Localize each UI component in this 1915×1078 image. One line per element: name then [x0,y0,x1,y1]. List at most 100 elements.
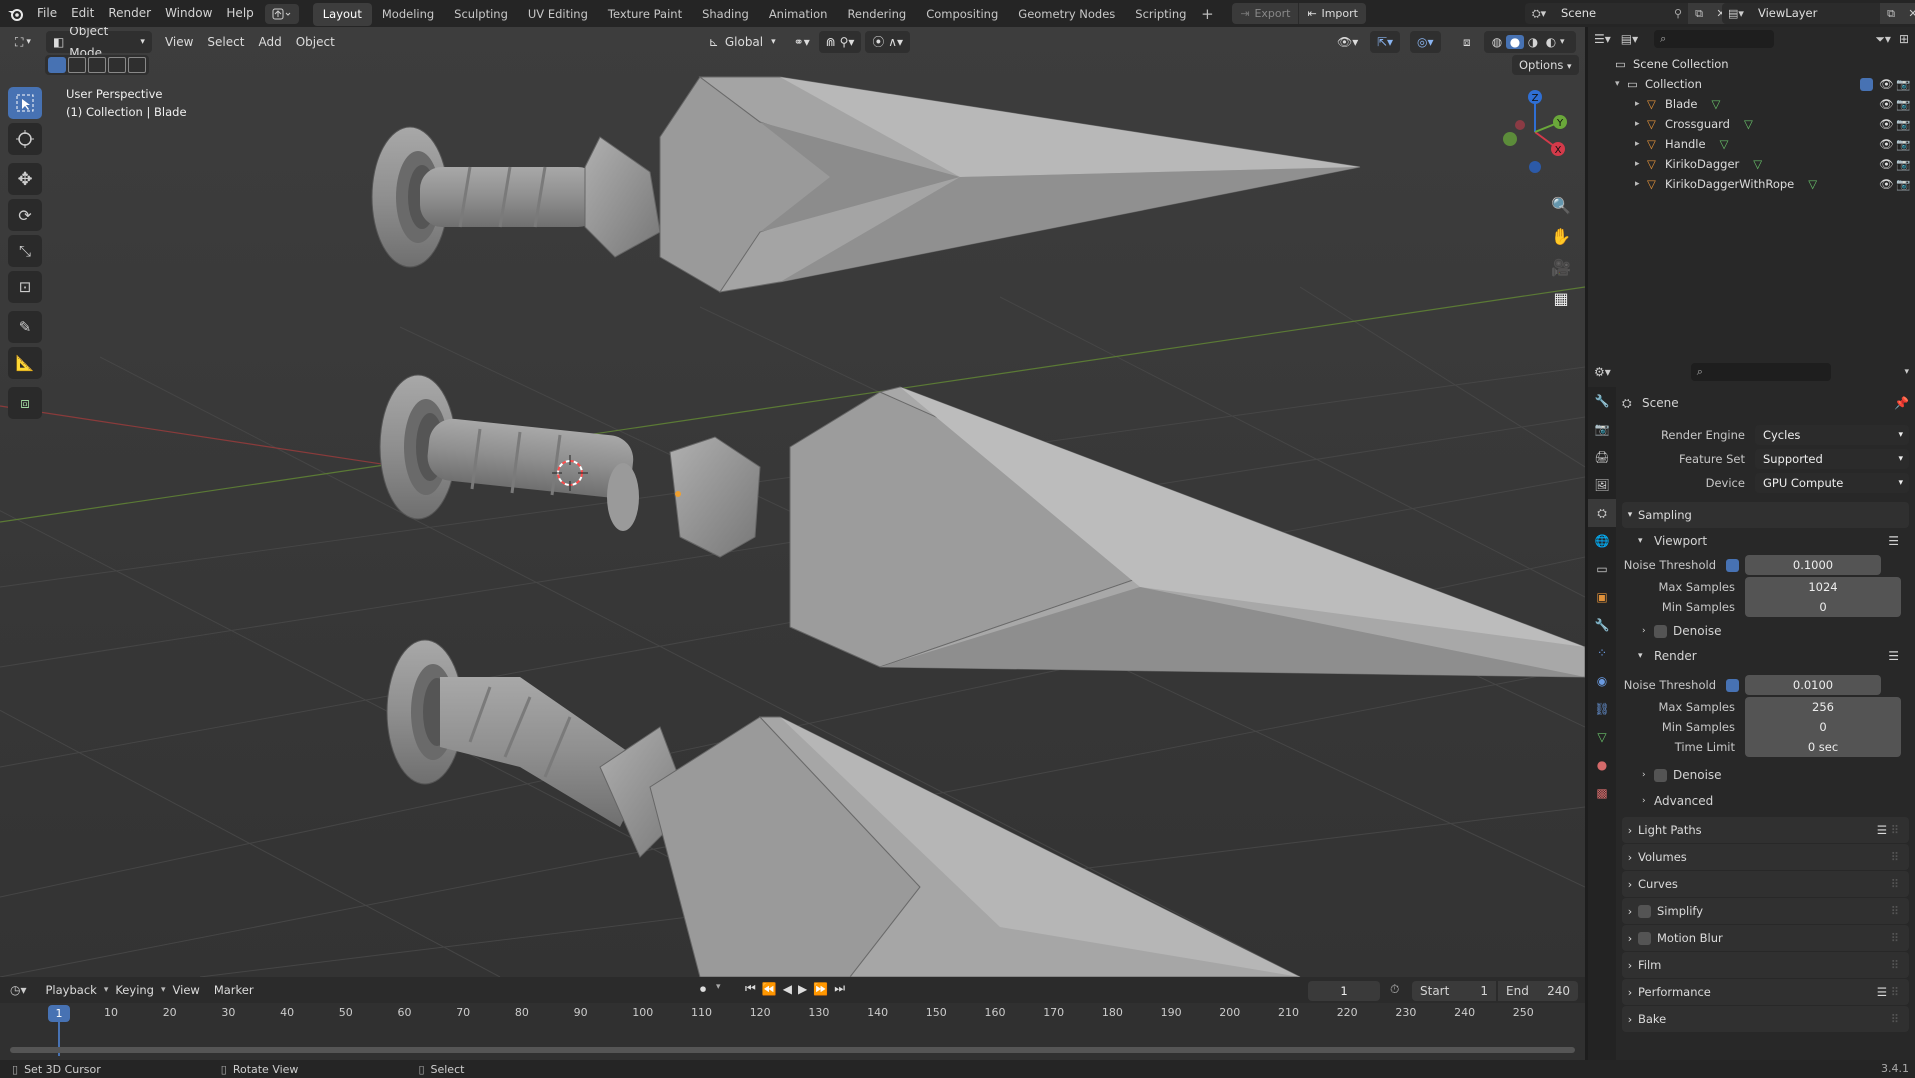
properties-editor-icon[interactable]: ⚙▾ [1594,365,1611,379]
pin-icon[interactable]: 📌 [1894,396,1909,410]
camera-render-icon[interactable]: 📷 [1896,137,1910,151]
material-tab-icon[interactable]: ● [1588,751,1616,779]
preset-list-icon[interactable]: ☰ [1888,534,1909,548]
outliner-search-input[interactable]: ⌕ [1654,30,1775,48]
new-scene-icon[interactable]: ⧉ [1688,3,1710,24]
cursor-tool[interactable] [8,123,42,155]
editor-add-icon[interactable] [264,3,299,24]
eye-icon[interactable]: 👁 [1879,157,1894,171]
gizmo-toggle-icon[interactable]: ⇱▾ [1370,31,1401,53]
mesh-data-icon[interactable]: ▽ [1808,177,1817,191]
menu-window[interactable]: Window [158,0,219,27]
tab-geometry-nodes[interactable]: Geometry Nodes [1008,3,1125,26]
outliner-object-row[interactable]: ▸ ▽ Crossguard ▽ 👁 📷 [1588,114,1915,134]
xray-toggle-icon[interactable]: ⧈ [1456,31,1478,53]
timeline-menu-playback[interactable]: Playback [39,979,104,1001]
add-workspace-icon[interactable]: + [1196,0,1218,27]
panel-motion-blur[interactable]: › Motion Blur ⠿ [1622,925,1909,951]
delete-view-layer-icon[interactable]: ✕ [1902,3,1915,24]
move-tool[interactable]: ✥ [8,163,42,195]
panel-performance[interactable]: › Performance ☰ ⠿ [1622,979,1909,1005]
timeline-menu-marker[interactable]: Marker [207,979,261,1001]
render-max-samples-field[interactable]: 256 [1745,697,1901,717]
drag-handle-icon[interactable]: ⠿ [1891,931,1903,945]
viewport-subpanel-header[interactable]: ▾ Viewport ☰ [1622,529,1909,553]
chevron-down-icon[interactable]: ▾ [716,982,721,992]
scene-browse-icon[interactable]: ⛭▾ [1525,3,1553,24]
drag-handle-icon[interactable]: ⠿ [1891,823,1903,837]
visibility-icon[interactable]: 👁▾ [1330,31,1365,53]
chevron-down-icon[interactable]: ▾ [1560,37,1572,47]
outliner-object-row[interactable]: ▸ ▽ KirikoDaggerWithRope ▽ 👁 📷 [1588,174,1915,194]
export-button[interactable]: ⇥ Export [1232,3,1298,24]
panel-volumes[interactable]: › Volumes ⠿ [1622,844,1909,870]
device-dropdown[interactable]: GPU Compute ▾ [1754,473,1909,493]
timeline-menu-keying[interactable]: Keying [108,979,161,1001]
feature-set-dropdown[interactable]: Supported ▾ [1754,449,1909,469]
current-frame-field[interactable]: 1 [1308,981,1380,1001]
data-tab-icon[interactable]: ▽ [1588,723,1616,751]
filter-icon[interactable]: ⏷▾ [1875,32,1891,47]
drag-handle-icon[interactable]: ⠿ [1891,904,1903,918]
mesh-data-icon[interactable]: ▽ [1712,97,1721,111]
tab-scripting[interactable]: Scripting [1125,3,1196,26]
chevron-down-icon[interactable]: ▾ [1904,367,1909,377]
import-button[interactable]: ⇤ Import [1298,3,1366,24]
panel-simplify[interactable]: › Simplify ⠿ [1622,898,1909,924]
output-tab-icon[interactable]: 🖨 [1588,443,1616,471]
prev-keyframe-icon[interactable]: ⏪ [762,982,777,996]
render-noise-threshold-checkbox[interactable] [1726,678,1739,692]
viewport-denoise-row[interactable]: › Denoise [1622,617,1909,645]
expand-arrow-icon[interactable]: ▸ [1635,99,1647,109]
next-keyframe-icon[interactable]: ⏩ [813,982,828,996]
world-tab-icon[interactable]: 🌐 [1588,527,1616,555]
scene-tab-icon[interactable]: ⛭ [1588,499,1616,527]
viewport-canvas[interactable] [0,27,1585,977]
tab-rendering[interactable]: Rendering [837,3,916,26]
tab-shading[interactable]: Shading [692,3,759,26]
drag-handle-icon[interactable]: ⠿ [1891,958,1903,972]
render-subpanel-header[interactable]: ▾ Render ☰ [1622,645,1909,667]
jump-end-icon[interactable]: ⏭ [834,981,845,996]
expand-arrow-icon[interactable]: ▸ [1635,179,1647,189]
options-dropdown[interactable]: Options ▾ [1512,55,1579,75]
panel-film[interactable]: › Film ⠿ [1622,952,1909,978]
mesh-data-icon[interactable]: ▽ [1720,137,1729,151]
expand-arrow-icon[interactable]: ▸ [1635,159,1647,169]
rotate-tool[interactable]: ⟳ [8,199,42,231]
tab-sculpting[interactable]: Sculpting [444,3,518,26]
eye-icon[interactable]: 👁 [1879,77,1894,91]
expand-arrow-icon[interactable]: ▾ [1615,79,1627,89]
start-frame-field[interactable]: Start 1 [1412,981,1496,1001]
transform-orientation-dropdown[interactable]: ⊾ Global ▾ [702,31,783,53]
outliner-editor-icon[interactable]: ☰▾ [1594,32,1611,46]
particles-tab-icon[interactable]: ⁘ [1588,639,1616,667]
timeline-scrollbar[interactable] [10,1047,1575,1053]
camera-render-icon[interactable]: 📷 [1896,97,1910,111]
frame-ruler[interactable]: 10 20 30 40 50 60 70 80 90 100 110 120 130 140 150 160 1… [0,1003,1585,1023]
select-new-icon[interactable] [48,57,66,73]
object-tab-icon[interactable]: ▣ [1588,583,1616,611]
menu-render[interactable]: Render [101,0,158,27]
tab-uv-editing[interactable]: UV Editing [518,3,598,26]
timeline-editor-icon[interactable]: ◷▾ [10,983,27,997]
time-limit-field[interactable]: 0 sec [1745,737,1901,757]
select-subtract-icon[interactable] [88,57,106,73]
viewport-noise-threshold-field[interactable]: 0.1000 [1745,555,1881,575]
tab-modeling[interactable]: Modeling [372,3,444,26]
material-shading-icon[interactable]: ◑ [1524,35,1542,49]
tab-layout[interactable]: Layout [312,3,372,26]
menu-file[interactable]: File [30,0,64,27]
auto-keying-icon[interactable]: ⏺ [700,982,706,997]
3d-viewport[interactable]: ⛶ ▾ ◧ Object Mode ▾ View Select Add Object ⊾… [0,27,1585,977]
motion-blur-checkbox[interactable] [1638,931,1651,945]
play-reverse-icon[interactable]: ◀ [783,982,792,996]
transform-tool[interactable]: ⊡ [8,271,42,303]
collection-tab-icon[interactable]: ▭ [1588,555,1616,583]
viewport-denoise-checkbox[interactable] [1654,624,1667,638]
eye-icon[interactable]: 👁 [1879,177,1894,191]
scene-name-field[interactable]: Scene [1553,3,1668,24]
menu-help[interactable]: Help [219,0,260,27]
jump-start-icon[interactable]: ⏮ [745,981,756,996]
new-collection-icon[interactable]: ⊞ [1899,32,1909,46]
